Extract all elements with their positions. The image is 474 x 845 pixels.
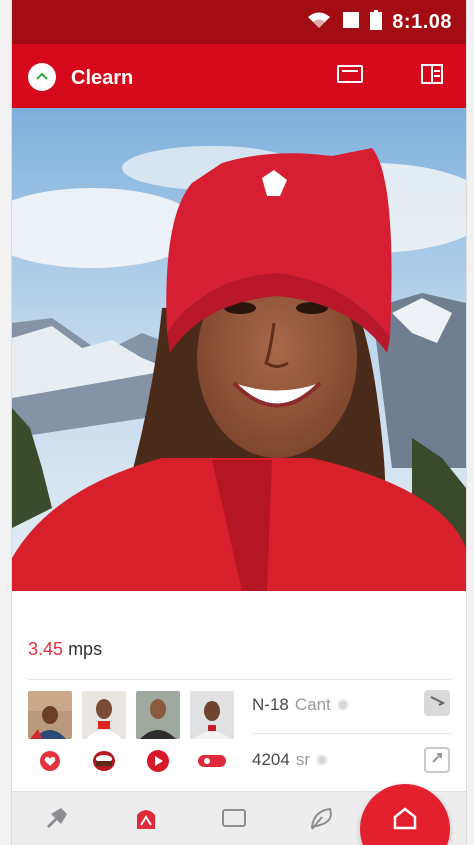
stat-value: 4204 bbox=[252, 750, 290, 769]
record-button[interactable] bbox=[190, 751, 234, 775]
leaf-icon bbox=[308, 805, 336, 836]
list-panel-button[interactable] bbox=[416, 62, 448, 90]
toggle-dot[interactable] bbox=[336, 699, 349, 711]
speed-value: 3.45 bbox=[28, 639, 64, 659]
thumbnail-actions bbox=[28, 749, 234, 778]
expand-button[interactable] bbox=[424, 747, 450, 773]
nav-alert[interactable] bbox=[130, 806, 162, 834]
pin-icon bbox=[43, 806, 69, 835]
heart-icon bbox=[39, 750, 61, 777]
play-button[interactable] bbox=[136, 749, 180, 778]
square-icon bbox=[342, 11, 360, 34]
screen-button[interactable] bbox=[334, 62, 366, 90]
status-icons: 8:1.08 bbox=[306, 8, 452, 36]
stat-row-1: N-18 Cant bbox=[252, 695, 349, 715]
send-icon bbox=[429, 694, 446, 712]
divider bbox=[252, 733, 452, 734]
app-title: Clearn bbox=[71, 67, 134, 89]
nav-leaf[interactable] bbox=[306, 806, 338, 834]
thumbnail[interactable] bbox=[28, 691, 72, 739]
send-button[interactable] bbox=[424, 690, 450, 716]
toggle-dot[interactable] bbox=[316, 754, 328, 766]
speed-readout: 3.45 mps bbox=[28, 639, 102, 660]
info-panel: 3.45 mps N-18 Cant 4204 sr bbox=[12, 591, 466, 791]
back-button[interactable] bbox=[28, 63, 56, 91]
battery-icon bbox=[370, 9, 383, 35]
frame-edge-left bbox=[0, 0, 12, 845]
stat-row-2: 4204 sr bbox=[252, 750, 328, 770]
frame-edge-right bbox=[466, 0, 474, 845]
card-icon bbox=[221, 808, 247, 833]
cake-button[interactable] bbox=[82, 750, 126, 777]
play-icon bbox=[146, 749, 170, 778]
status-bar: 8:1.08 bbox=[12, 0, 466, 44]
home-icon bbox=[392, 806, 418, 835]
thumbnail[interactable] bbox=[136, 691, 180, 739]
cake-icon bbox=[92, 750, 116, 777]
stat-extra: sr bbox=[295, 750, 310, 769]
record-icon bbox=[198, 754, 226, 773]
list-panel-icon bbox=[421, 63, 443, 89]
thumbnail-strip bbox=[28, 691, 234, 739]
home-button[interactable] bbox=[360, 784, 450, 845]
expand-icon bbox=[430, 751, 444, 770]
stat-extra: Cant bbox=[294, 695, 331, 714]
bottom-nav bbox=[12, 784, 466, 845]
screen-icon bbox=[337, 64, 363, 89]
alert-icon bbox=[135, 805, 157, 836]
selfie-photo bbox=[12, 108, 466, 591]
status-time: 8:1.08 bbox=[392, 10, 452, 33]
nav-card[interactable] bbox=[218, 806, 250, 834]
chevron-up-icon bbox=[35, 68, 49, 86]
wifi-icon bbox=[306, 10, 332, 35]
app-bar: Clearn bbox=[12, 44, 466, 108]
nav-pin[interactable] bbox=[40, 806, 72, 834]
like-button[interactable] bbox=[28, 750, 72, 777]
stat-value: N-18 bbox=[252, 695, 289, 714]
phone-frame: 8:1.08 Clearn 3.45 mps N-18 Cant 4204 sr bbox=[0, 0, 474, 845]
thumbnail[interactable] bbox=[190, 691, 234, 739]
speed-unit: mps bbox=[68, 639, 103, 659]
divider bbox=[28, 679, 452, 680]
thumbnail[interactable] bbox=[82, 691, 126, 739]
